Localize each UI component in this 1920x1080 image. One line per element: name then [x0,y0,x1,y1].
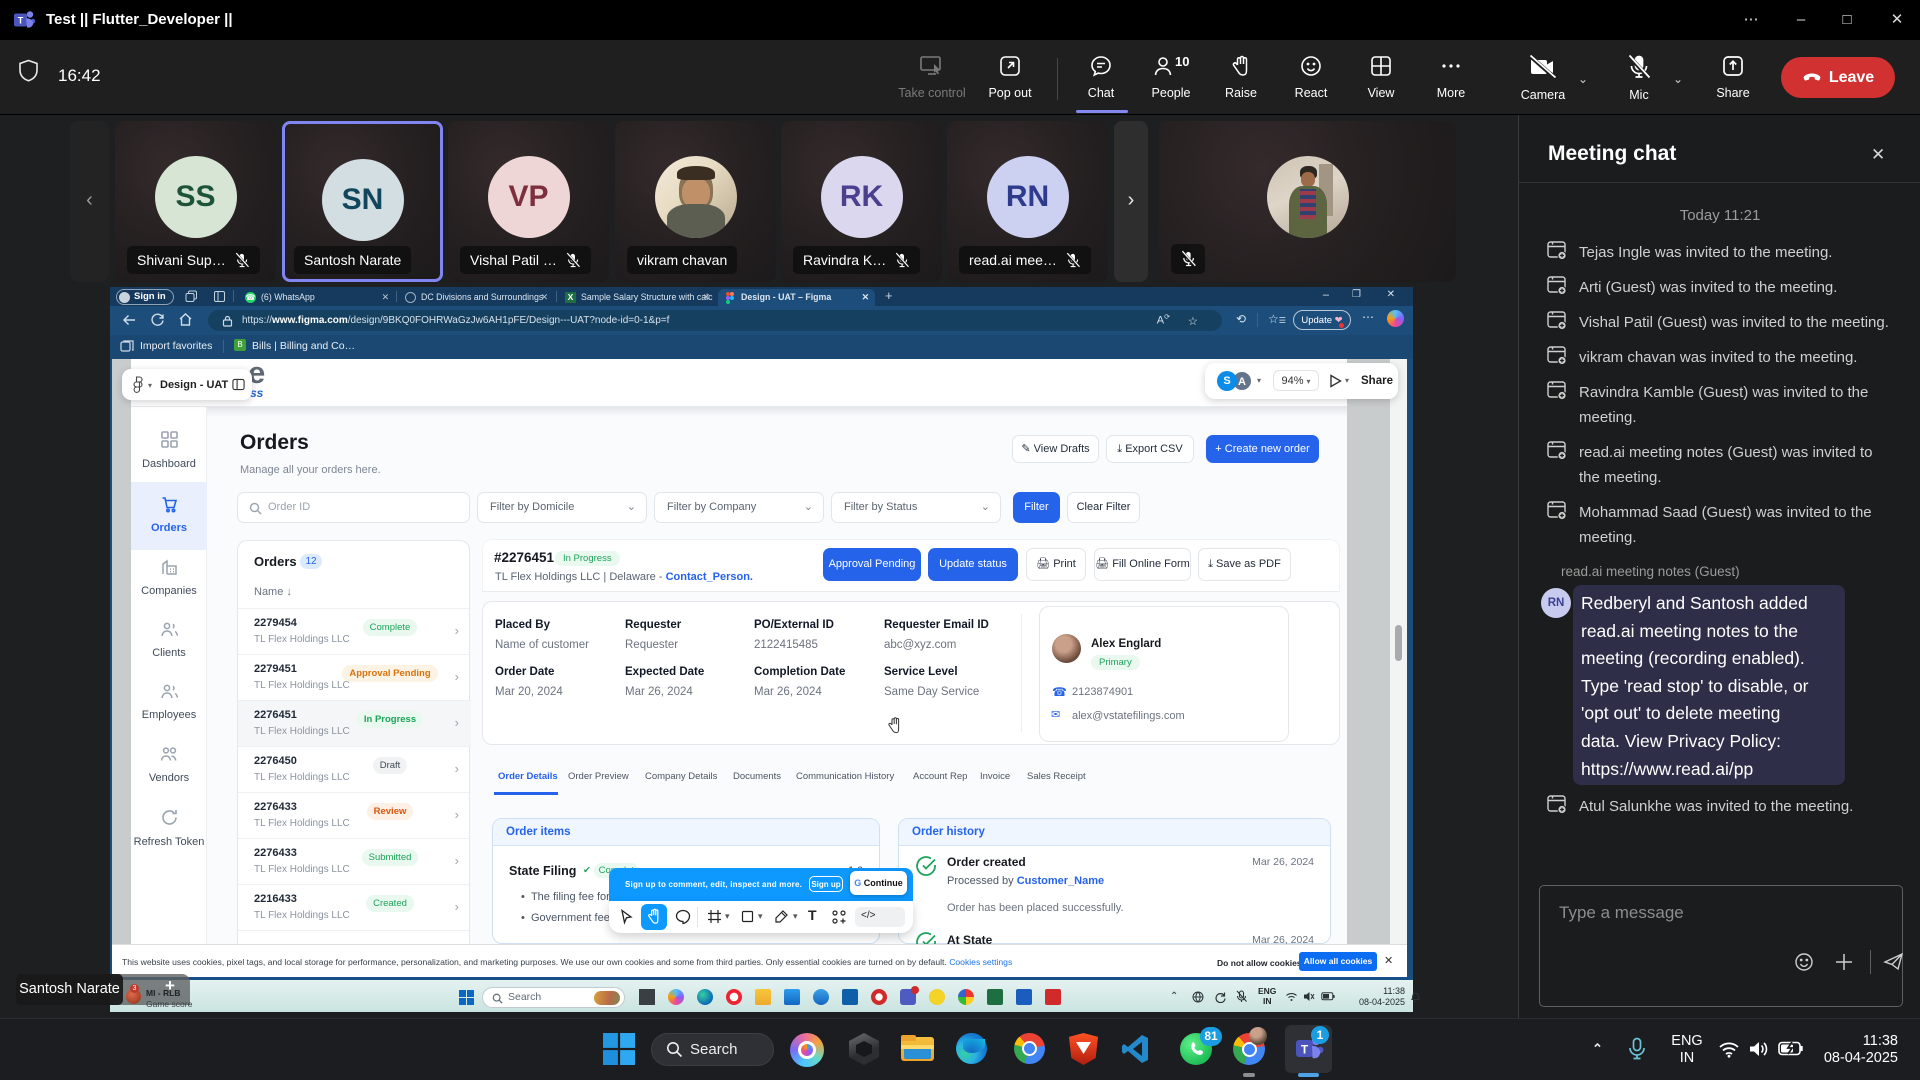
svg-text:T: T [18,16,24,26]
svg-text:T: T [1301,1043,1309,1057]
svg-text:10: 10 [1175,54,1189,69]
